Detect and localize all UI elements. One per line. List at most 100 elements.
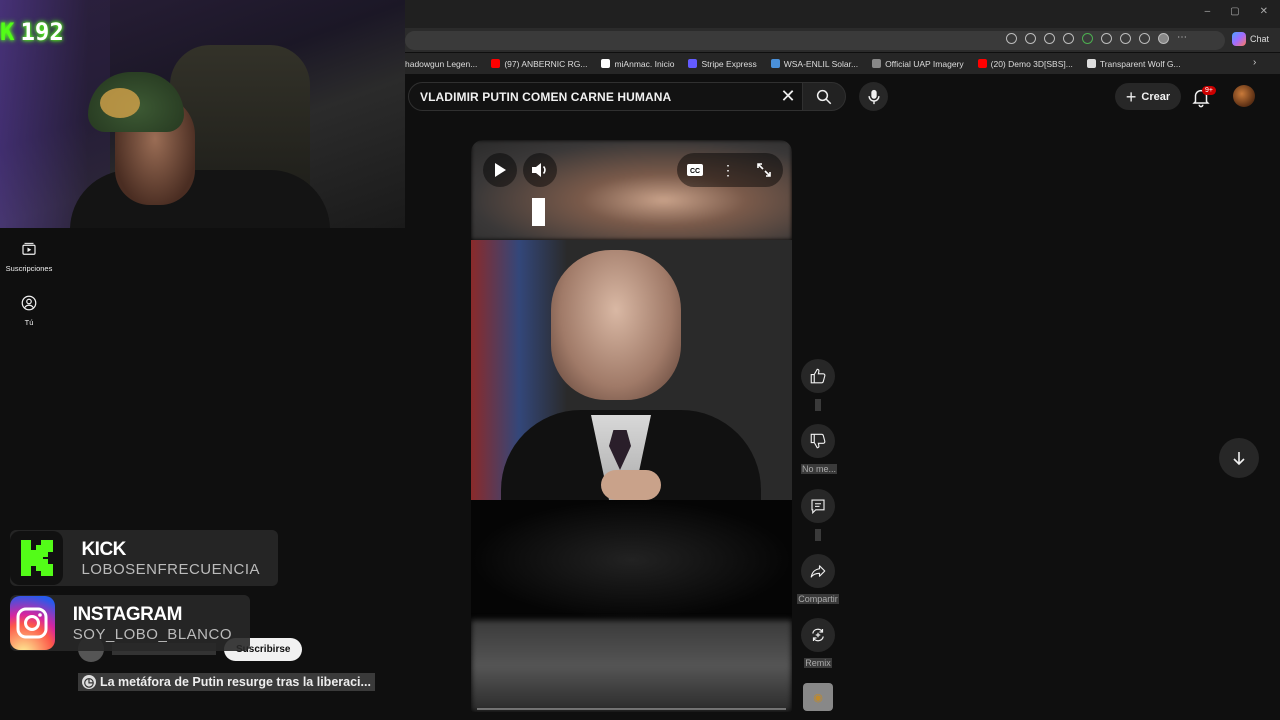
translate-icon[interactable] xyxy=(1006,33,1017,44)
audio-thumbnail[interactable]: ◉ xyxy=(803,683,833,711)
sidebar-item-subscriptions[interactable]: Suscripciones xyxy=(0,240,58,273)
bookmark-favicon-icon xyxy=(1086,59,1096,68)
search-button[interactable] xyxy=(802,82,846,111)
search-query: VLADIMIR PUTIN COMEN CARNE HUMANA xyxy=(420,89,672,104)
svg-text:CC: CC xyxy=(690,168,700,175)
dislike-action[interactable]: No me... xyxy=(801,424,838,477)
video-progress-bar[interactable] xyxy=(477,708,786,710)
zoom-icon[interactable] xyxy=(1044,33,1055,44)
bookmark-favicon-icon xyxy=(977,59,987,68)
sidebar-label: Tú xyxy=(24,318,34,327)
bookmark-label: (20) Demo 3D[SBS]... xyxy=(990,58,1073,69)
thumbs-up-icon xyxy=(810,368,826,384)
like-count xyxy=(815,399,821,411)
remix-button[interactable] xyxy=(801,618,835,652)
kick-handle: LOBOSENFRECUENCIA xyxy=(81,560,260,578)
maximize-button[interactable]: ▢ xyxy=(1230,6,1239,17)
bookmark-item[interactable]: Stripe Express xyxy=(688,58,757,69)
fullscreen-icon xyxy=(757,163,771,177)
video-title-text: La metáfora de Putin resurge tras la lib… xyxy=(100,675,371,689)
microphone-icon xyxy=(867,89,880,104)
share-button[interactable] xyxy=(801,554,835,588)
window-controls: – ▢ ✕ xyxy=(1205,6,1268,17)
next-video-button[interactable] xyxy=(1219,438,1259,478)
instagram-title: INSTAGRAM xyxy=(72,603,183,625)
thumbs-down-icon xyxy=(810,433,826,449)
comments-action[interactable] xyxy=(801,489,835,546)
video-frame-dark xyxy=(471,500,792,620)
sound-thumb-icon: ◉ xyxy=(813,691,823,704)
like-action[interactable] xyxy=(801,359,835,416)
bookmark-item[interactable]: hadowgun Legen... xyxy=(405,59,477,69)
bookmark-favicon-icon xyxy=(688,59,698,68)
account-avatar[interactable] xyxy=(1233,85,1255,107)
subscriptions-icon xyxy=(22,242,36,255)
play-button[interactable] xyxy=(483,153,517,187)
bookmark-favicon-icon xyxy=(872,59,882,68)
remix-label: Remix xyxy=(804,658,832,668)
extension-icon[interactable] xyxy=(1082,33,1093,44)
bookmark-label: Stripe Express xyxy=(701,58,757,69)
browser-tabstrip xyxy=(405,0,1280,28)
volume-icon xyxy=(532,163,546,177)
kick-viewer-counter: K 192 xyxy=(0,18,64,46)
refresh-icon[interactable] xyxy=(1101,33,1112,44)
chevron-right-icon[interactable]: › xyxy=(1253,57,1256,68)
bookmark-item[interactable]: miAnmac. Inicio xyxy=(601,59,674,69)
cap-logo xyxy=(100,88,140,118)
bookmarks-bar: hadowgun Legen... (97) ANBERNIC RG... miAn… xyxy=(405,53,1280,74)
share-label: Compartir xyxy=(797,594,839,604)
search-input[interactable]: VLADIMIR PUTIN COMEN CARNE HUMANA xyxy=(408,82,806,111)
bookmark-label: WSA-ENLIL Solar... xyxy=(783,58,859,69)
video-title[interactable]: ◷ La metáfora de Putin resurge tras la l… xyxy=(78,673,375,691)
share-icon xyxy=(810,565,826,578)
bookmark-item[interactable]: Transparent Wolf G... xyxy=(1086,59,1181,69)
create-label: Crear xyxy=(1141,90,1171,103)
sidebar-item-you[interactable]: Tú xyxy=(0,294,58,327)
dislike-label: No me... xyxy=(801,464,838,474)
profile-icon[interactable] xyxy=(1158,33,1169,44)
sidebar-label: Suscripciones xyxy=(5,264,53,273)
bookmark-item[interactable]: (20) Demo 3D[SBS]... xyxy=(977,58,1073,69)
chat-label: Chat xyxy=(1250,34,1270,44)
instagram-logo-icon xyxy=(10,596,55,650)
bookmark-label: (97) ANBERNIC RG... xyxy=(504,58,588,69)
kick-title: KICK xyxy=(81,538,126,560)
captions-icon[interactable]: CC xyxy=(686,163,704,177)
shorts-video-player[interactable]: CC ⋮ xyxy=(471,140,792,712)
bookmark-item[interactable]: WSA-ENLIL Solar... xyxy=(770,58,859,69)
bookmark-label: miAnmac. Inicio xyxy=(614,58,675,69)
address-bar-icons: ⋯ xyxy=(1006,33,1188,44)
kick-logo-icon xyxy=(10,531,64,585)
like-button[interactable] xyxy=(801,359,835,393)
bookmark-label: Official UAP Imagery xyxy=(885,58,964,69)
dislike-button[interactable] xyxy=(801,424,835,458)
clear-search-icon[interactable]: ✕ xyxy=(778,86,798,106)
voice-search-button[interactable] xyxy=(859,82,888,111)
volume-button[interactable] xyxy=(523,153,557,187)
comment-icon xyxy=(811,499,825,515)
favorites-icon[interactable] xyxy=(1120,33,1131,44)
comments-button[interactable] xyxy=(801,489,835,523)
fullscreen-button[interactable] xyxy=(747,153,781,187)
collections-icon[interactable] xyxy=(1139,33,1150,44)
viewer-count: 192 xyxy=(20,18,64,46)
star-icon[interactable] xyxy=(1063,33,1074,44)
close-window-button[interactable]: ✕ xyxy=(1260,6,1268,17)
streamer-body xyxy=(70,170,330,228)
apps-icon[interactable] xyxy=(1025,33,1036,44)
comments-count xyxy=(815,529,821,541)
bookmark-item[interactable]: (97) ANBERNIC RG... xyxy=(491,59,587,69)
caption-cursor xyxy=(532,198,545,226)
remix-action[interactable]: Remix xyxy=(801,618,835,671)
more-options-icon[interactable]: ⋮ xyxy=(721,163,735,177)
instagram-handle: SOY_LOBO_BLANCO xyxy=(72,625,232,643)
kick-social-card: KICK LOBOSENFRECUENCIA xyxy=(10,530,278,586)
remix-icon xyxy=(812,628,824,642)
bookmark-item[interactable]: Official UAP Imagery xyxy=(872,59,964,69)
copilot-chat-button[interactable]: Chat xyxy=(1232,32,1269,46)
more-menu-icon[interactable]: ⋯ xyxy=(1177,33,1188,44)
share-action[interactable]: Compartir xyxy=(794,554,842,607)
create-button[interactable]: + Crear xyxy=(1115,83,1181,110)
minimize-button[interactable]: – xyxy=(1205,6,1211,17)
